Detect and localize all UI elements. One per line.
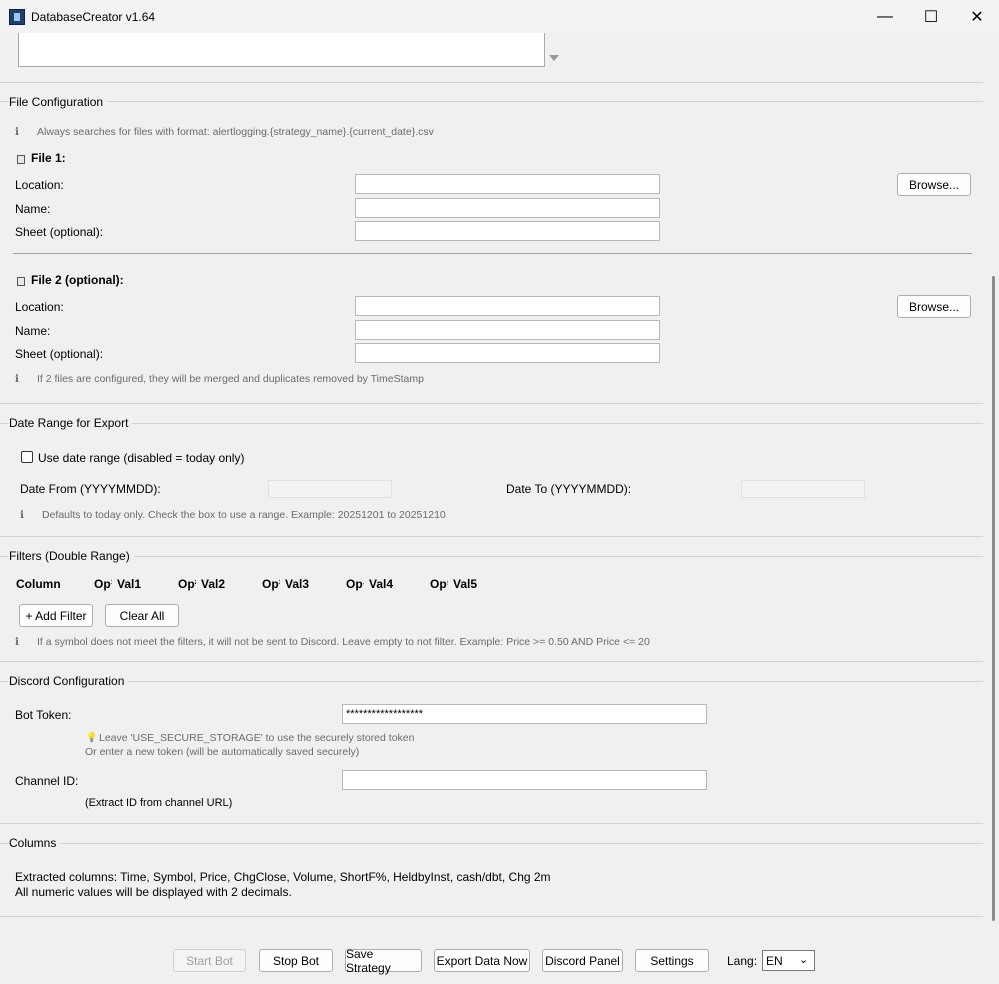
info-icon: ℹ xyxy=(15,373,19,385)
channel-id-input[interactable] xyxy=(342,770,707,790)
file2-title: File 2 (optional): xyxy=(31,273,124,287)
settings-button[interactable]: Settings xyxy=(635,949,709,972)
section-frame-line xyxy=(0,556,983,557)
lightbulb-icon: 💡 xyxy=(86,732,98,742)
separator xyxy=(13,253,972,254)
date-to-label: Date To (YYYYMMDD): xyxy=(506,482,632,496)
save-strategy-button[interactable]: Save Strategy xyxy=(345,947,422,975)
dropdown-arrow-icon[interactable] xyxy=(549,55,559,61)
file2-sheet-input[interactable] xyxy=(355,343,660,363)
filter-header-val1: Val1 xyxy=(117,577,142,591)
date-from-input[interactable] xyxy=(268,480,392,498)
bot-token-label: Bot Token: xyxy=(15,708,72,722)
merge-info: If 2 files are configured, they will be … xyxy=(37,373,424,385)
divider xyxy=(0,916,983,917)
token-hint-1: Leave 'USE_SECURE_STORAGE' to use the se… xyxy=(99,732,415,744)
divider xyxy=(0,82,983,83)
filter-header-column: Column xyxy=(16,577,61,591)
token-hint-2: Or enter a new token (will be automatica… xyxy=(85,746,360,758)
app-icon xyxy=(9,9,25,25)
file-format-info: Always searches for files with format: a… xyxy=(37,126,434,138)
lang-value: EN xyxy=(766,954,783,968)
info-icon: ℹ xyxy=(20,509,24,521)
filter-header-op4: Op⁴ xyxy=(346,577,364,591)
section-frame-line xyxy=(0,423,983,424)
file2-name-label: Name: xyxy=(15,324,51,338)
file2-location-input[interactable] xyxy=(355,296,660,316)
window-title: DatabaseCreator v1.64 xyxy=(31,10,156,24)
file1-location-input[interactable] xyxy=(355,174,660,194)
stop-bot-button[interactable]: Stop Bot xyxy=(259,949,333,972)
scrollbar-thumb[interactable] xyxy=(992,276,995,921)
file1-sheet-label: Sheet (optional): xyxy=(15,225,104,239)
info-icon: ℹ xyxy=(15,636,19,648)
start-bot-button[interactable]: Start Bot xyxy=(173,949,246,972)
filter-header-val4: Val4 xyxy=(369,577,394,591)
file2-browse-button[interactable]: Browse... xyxy=(897,295,971,318)
extracted-columns-text: Extracted columns: Time, Symbol, Price, … xyxy=(15,870,551,884)
filter-header-val5: Val5 xyxy=(453,577,478,591)
maximize-icon: ☐ xyxy=(923,8,939,26)
filter-header-val2: Val2 xyxy=(201,577,226,591)
filters-title: Filters (Double Range) xyxy=(9,549,134,563)
date-from-label: Date From (YYYYMMDD): xyxy=(20,482,161,496)
channel-id-label: Channel ID: xyxy=(15,774,79,788)
filter-header-op5: Op⁵ xyxy=(430,577,448,591)
date-range-info: Defaults to today only. Check the box to… xyxy=(42,509,446,521)
file-icon xyxy=(17,155,25,164)
discord-config-title: Discord Configuration xyxy=(9,674,129,688)
decimals-text: All numeric values will be displayed wit… xyxy=(15,885,292,899)
file1-browse-button[interactable]: Browse... xyxy=(897,173,971,196)
add-filter-button[interactable]: + Add Filter xyxy=(19,604,93,627)
file2-name-input[interactable] xyxy=(355,320,660,340)
divider xyxy=(0,403,983,404)
info-icon: ℹ xyxy=(15,126,19,138)
file1-name-input[interactable] xyxy=(355,198,660,218)
divider xyxy=(0,536,983,537)
maximize-button[interactable]: ☐ xyxy=(908,0,954,33)
minimize-icon: — xyxy=(877,7,893,25)
divider xyxy=(0,661,983,662)
file1-name-label: Name: xyxy=(15,202,51,216)
date-to-input[interactable] xyxy=(741,480,865,498)
lang-select[interactable]: EN ⌄ xyxy=(762,950,815,971)
columns-title: Columns xyxy=(9,836,61,850)
file1-location-label: Location: xyxy=(15,178,64,192)
filter-header-op1: Op¹ xyxy=(94,577,112,591)
date-range-checkbox[interactable] xyxy=(21,451,33,463)
file-config-title: File Configuration xyxy=(9,95,108,109)
section-frame-line xyxy=(0,843,983,844)
filter-header-val3: Val3 xyxy=(285,577,310,591)
export-data-button[interactable]: Export Data Now xyxy=(434,949,530,972)
file-icon xyxy=(17,277,25,286)
channel-id-hint: (Extract ID from channel URL) xyxy=(85,797,233,809)
lang-label: Lang: xyxy=(727,954,758,968)
filter-header-op2: Op² xyxy=(178,577,196,591)
file2-sheet-label: Sheet (optional): xyxy=(15,347,104,361)
section-frame-line xyxy=(0,681,983,682)
close-icon: ✕ xyxy=(970,8,984,26)
file2-location-label: Location: xyxy=(15,300,64,314)
divider xyxy=(0,823,983,824)
minimize-button[interactable]: — xyxy=(862,0,908,33)
close-button[interactable]: ✕ xyxy=(954,0,999,33)
file1-title: File 1: xyxy=(31,151,66,165)
discord-panel-button[interactable]: Discord Panel xyxy=(542,949,623,972)
chevron-down-icon: ⌄ xyxy=(799,954,809,966)
filters-info: If a symbol does not meet the filters, i… xyxy=(37,636,650,648)
filter-header-op3: Op³ xyxy=(262,577,280,591)
file1-sheet-input[interactable] xyxy=(355,221,660,241)
clear-all-button[interactable]: Clear All xyxy=(105,604,179,627)
date-range-title: Date Range for Export xyxy=(9,416,133,430)
bot-token-input[interactable] xyxy=(342,704,707,724)
section-frame-line xyxy=(0,101,983,102)
date-range-checkbox-label[interactable]: Use date range (disabled = today only) xyxy=(38,451,244,465)
title-bar: DatabaseCreator v1.64 — ☐ ✕ xyxy=(0,0,999,33)
strategy-list-box[interactable] xyxy=(18,33,545,67)
